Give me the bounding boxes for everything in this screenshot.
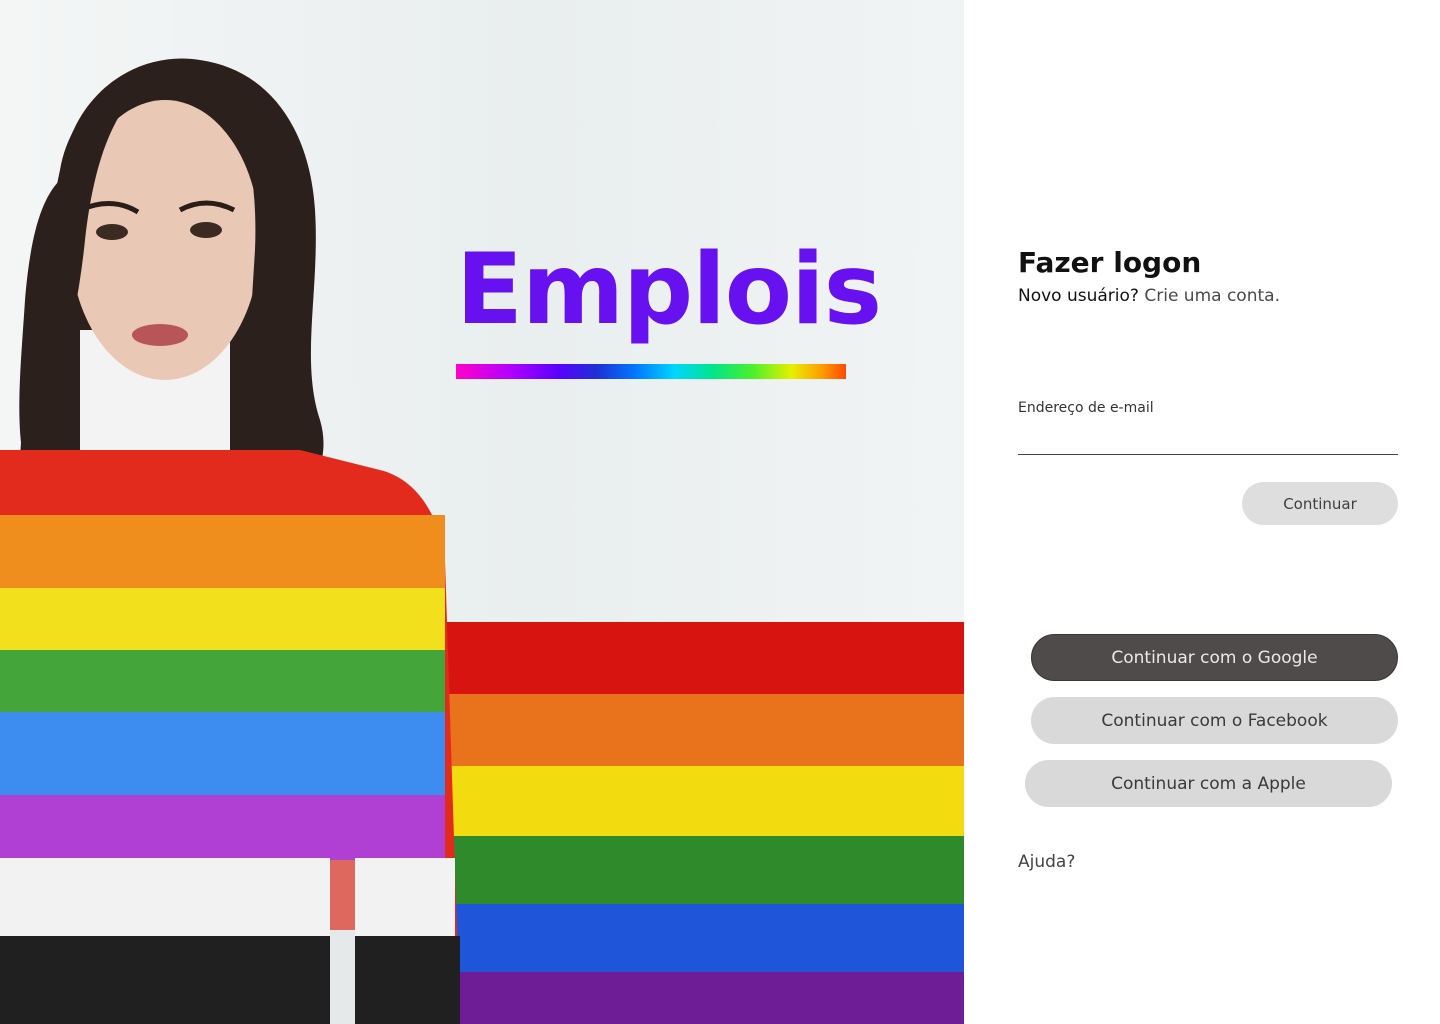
email-field[interactable]: [1018, 424, 1398, 455]
create-account-link[interactable]: Crie uma conta.: [1144, 286, 1280, 306]
signup-prompt: Novo usuário? Crie uma conta.: [1018, 286, 1280, 306]
continue-with-apple-button[interactable]: Continuar com a Apple: [1025, 760, 1392, 807]
login-panel: Fazer logon Novo usuário? Crie uma conta…: [964, 0, 1440, 1024]
hero-image-panel: Emplois: [0, 0, 964, 1024]
login-title: Fazer logon: [1018, 246, 1202, 279]
continue-button[interactable]: Continuar: [1242, 482, 1398, 525]
hero-photo: [0, 58, 964, 1024]
continue-with-facebook-button[interactable]: Continuar com o Facebook: [1031, 697, 1398, 744]
email-label: Endereço de e-mail: [1018, 400, 1154, 416]
help-link[interactable]: Ajuda?: [1018, 852, 1075, 872]
brand-rainbow-underline: [456, 364, 846, 379]
new-user-text: Novo usuário?: [1018, 286, 1139, 306]
continue-with-google-button[interactable]: Continuar com o Google: [1031, 634, 1398, 681]
brand-logo-text: Emplois: [456, 233, 882, 347]
